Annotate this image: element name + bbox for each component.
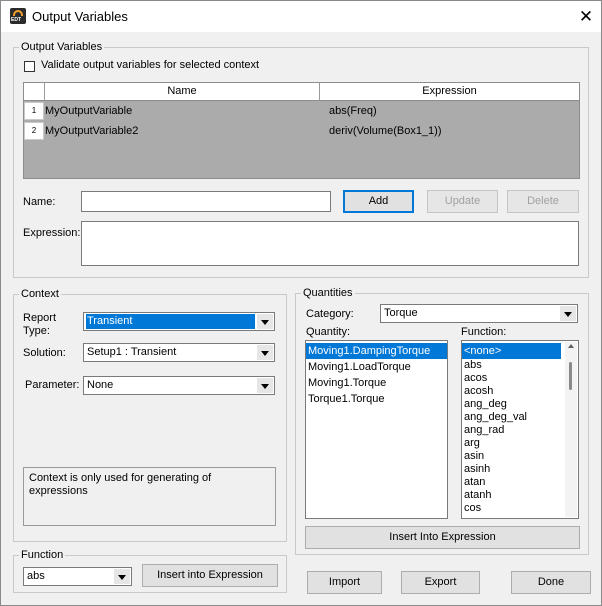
grid-corner — [24, 83, 45, 101]
function-item[interactable]: asinh — [462, 463, 578, 476]
chevron-down-icon[interactable] — [257, 314, 273, 329]
done-button[interactable]: Done — [511, 571, 591, 594]
scroll-up-icon[interactable] — [568, 344, 574, 348]
column-header-name[interactable]: Name — [45, 83, 320, 101]
export-button[interactable]: Export — [401, 571, 480, 594]
parameter-label: Parameter: — [25, 379, 80, 391]
solution-value: Setup1 : Transient — [87, 346, 177, 358]
function-item[interactable]: atan — [462, 476, 578, 489]
function-list-label: Function: — [461, 326, 507, 338]
function-legend: Function — [21, 549, 64, 561]
function-combo[interactable]: abs — [23, 567, 132, 586]
function-item[interactable]: <none> — [462, 343, 561, 359]
solution-label: Solution: — [23, 347, 66, 359]
function-list-scrollbar[interactable] — [565, 342, 577, 517]
validate-checkbox[interactable] — [24, 61, 35, 72]
chevron-down-icon[interactable] — [257, 345, 273, 360]
report-type-value: Transient — [86, 314, 255, 329]
delete-button[interactable]: Delete — [507, 190, 579, 213]
window-title: Output Variables — [32, 9, 128, 24]
row-header[interactable]: 2 — [24, 122, 44, 140]
quantity-item[interactable]: Moving1.DampingTorque — [306, 343, 447, 359]
function-item[interactable]: ang_deg — [462, 398, 578, 411]
solution-combo[interactable]: Setup1 : Transient — [83, 343, 275, 362]
function-item[interactable]: abs — [462, 359, 578, 372]
function-insert-button[interactable]: Insert into Expression — [142, 564, 278, 587]
output-variables-dialog: Output Variables ✕ Output Variables Vali… — [0, 0, 602, 606]
row-header[interactable]: 1 — [24, 102, 44, 120]
category-label: Category: — [306, 308, 354, 320]
quantity-item[interactable]: Moving1.LoadTorque — [306, 359, 447, 375]
chevron-down-icon[interactable] — [114, 569, 130, 584]
expression-input[interactable] — [81, 221, 579, 266]
output-variables-grid[interactable]: Name Expression 1 MyOutputVariable abs(F… — [23, 82, 580, 179]
expression-label: Expression: — [23, 227, 81, 239]
context-legend: Context — [21, 288, 59, 300]
grid-cell-expression[interactable]: abs(Freq) — [329, 102, 377, 120]
report-type-label: Report Type: — [23, 312, 57, 337]
report-type-combo[interactable]: Transient — [83, 312, 275, 331]
function-item[interactable]: ang_deg_val — [462, 411, 578, 424]
name-input[interactable] — [81, 191, 331, 212]
category-value: Torque — [384, 307, 418, 319]
name-label: Name: — [23, 196, 56, 208]
grid-cell-name[interactable]: MyOutputVariable — [45, 102, 132, 120]
quantity-item[interactable]: Torque1.Torque — [306, 391, 447, 407]
function-item[interactable]: arg — [462, 437, 578, 450]
quantity-item[interactable]: Moving1.Torque — [306, 375, 447, 391]
close-icon[interactable]: ✕ — [571, 4, 601, 30]
quantities-legend: Quantities — [303, 287, 353, 299]
quantity-label: Quantity: — [306, 326, 351, 338]
insert-into-expression-button[interactable]: Insert Into Expression — [305, 526, 580, 549]
update-button[interactable]: Update — [427, 190, 498, 213]
function-item[interactable]: cos — [462, 502, 578, 515]
function-item[interactable]: acosh — [462, 385, 578, 398]
category-combo[interactable]: Torque — [380, 304, 578, 323]
add-button[interactable]: Add — [343, 190, 414, 213]
function-item[interactable]: acos — [462, 372, 578, 385]
function-item[interactable]: asin — [462, 450, 578, 463]
function-value: abs — [27, 570, 45, 582]
grid-cell-name[interactable]: MyOutputVariable2 — [45, 122, 138, 140]
function-item[interactable]: atanh — [462, 489, 578, 502]
context-note: Context is only used for generating of e… — [23, 467, 276, 526]
import-button[interactable]: Import — [307, 571, 382, 594]
output-variables-legend: Output Variables — [21, 41, 103, 53]
function-item[interactable]: ang_rad — [462, 424, 578, 437]
chevron-down-icon[interactable] — [257, 378, 273, 393]
parameter-combo[interactable]: None — [83, 376, 275, 395]
parameter-value: None — [87, 379, 114, 391]
validate-label: Validate output variables for selected c… — [41, 59, 260, 71]
title-bar: Output Variables ✕ — [1, 1, 601, 32]
scrollbar-thumb[interactable] — [569, 362, 572, 390]
app-icon — [10, 8, 26, 24]
grid-cell-expression[interactable]: deriv(Volume(Box1_1)) — [329, 122, 442, 140]
chevron-down-icon[interactable] — [560, 306, 576, 321]
function-list[interactable]: <none> abs acos acosh ang_deg ang_deg_va… — [461, 340, 579, 519]
column-header-expression[interactable]: Expression — [320, 83, 579, 101]
quantity-list[interactable]: Moving1.DampingTorque Moving1.LoadTorque… — [305, 340, 448, 519]
